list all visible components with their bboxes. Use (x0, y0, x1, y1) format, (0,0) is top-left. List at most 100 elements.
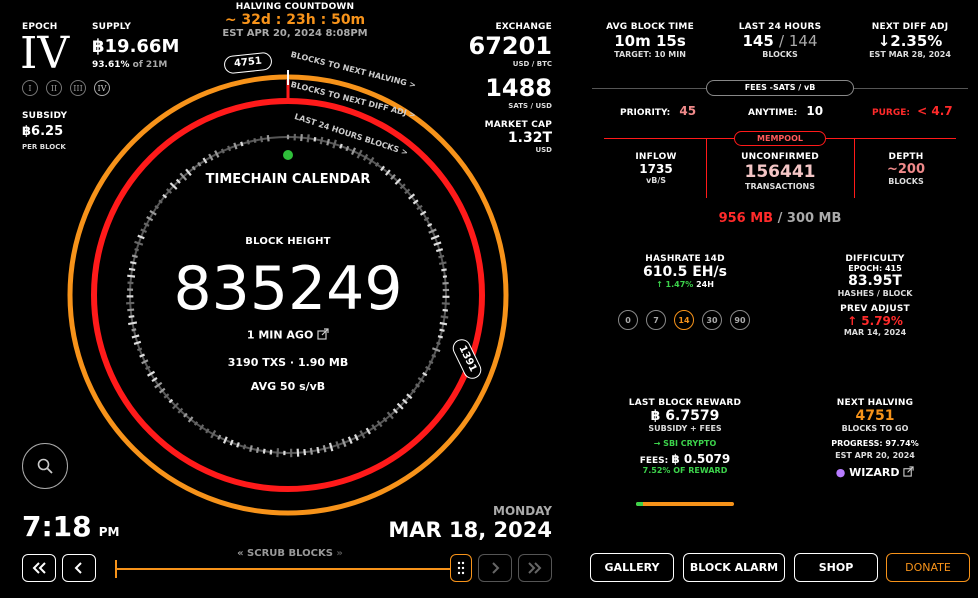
prev-block-button[interactable] (62, 554, 96, 582)
reward-fees-label: FEES: (639, 456, 669, 466)
mempool-size-max: / 300 MB (777, 211, 842, 226)
search-icon (37, 458, 53, 474)
halving-est: EST APR 20, 2024 8:08PM (222, 28, 368, 39)
hashrate-range-14[interactable]: 14 (674, 310, 694, 330)
unconfirmed-unit: TRANSACTIONS (744, 182, 816, 191)
hashrate-label: HASHRATE 14D (645, 254, 725, 264)
gallery-button[interactable]: GALLERY (590, 553, 674, 582)
mempool-size-value: 956 MB (718, 211, 774, 226)
block-tick (435, 248, 444, 253)
last24-target: / 144 (779, 32, 818, 50)
next-halving-progress: PROGRESS: 97.74% (800, 439, 950, 448)
epoch-badge-1[interactable]: I (22, 80, 38, 96)
difficulty-label: DIFFICULTY (845, 254, 905, 264)
hashrate-range-30[interactable]: 30 (702, 310, 722, 330)
reward-bar (636, 502, 734, 506)
block-tick (306, 134, 310, 143)
block-tick (233, 142, 238, 150)
next-halving-label: NEXT HALVING (836, 398, 914, 408)
block-tick (259, 136, 264, 143)
next-block-button[interactable] (478, 554, 512, 582)
prev-adjust-label: PREV ADJUST (840, 304, 910, 314)
search-button[interactable] (22, 443, 68, 489)
next-halving-est: EST APR 20, 2024 (835, 451, 915, 460)
last24-value: 145 (742, 32, 774, 50)
first-block-button[interactable] (22, 554, 56, 582)
block-tick (345, 145, 350, 152)
block-tick (208, 153, 214, 161)
block-tick (425, 365, 431, 371)
shop-button[interactable]: SHOP (794, 553, 878, 582)
latest-block-dot[interactable] (283, 150, 293, 160)
block-alarm-button[interactable]: BLOCK ALARM (683, 553, 785, 582)
external-link-icon[interactable] (317, 328, 329, 343)
next-halving-unit: BLOCKS TO GO (841, 424, 909, 433)
hashrate-change: ↑ 1.47% 24H (610, 280, 760, 289)
block-tick (439, 328, 445, 332)
last24-label: LAST 24 HOURS (738, 22, 822, 32)
hashrate-range-90[interactable]: 90 (730, 310, 750, 330)
block-tick (139, 353, 145, 358)
block-tick (246, 139, 250, 145)
wizard-external-link-icon (903, 466, 914, 480)
clock-time: 7:18 (22, 510, 92, 543)
block-tick (362, 153, 369, 161)
block-tick (276, 448, 280, 458)
block-tick (438, 254, 445, 259)
block-tick (328, 442, 334, 452)
block-tick (347, 436, 353, 445)
block-tick (431, 347, 441, 353)
block-tick (431, 354, 437, 358)
block-tick (309, 447, 313, 455)
block-tick (303, 449, 307, 456)
block-tick (131, 328, 137, 332)
block-ago[interactable]: 1 MIN AGO (168, 328, 408, 343)
block-tick (341, 438, 347, 448)
block-tick (442, 308, 449, 312)
unconfirmed-value: 156441 (744, 162, 816, 182)
block-tick (222, 436, 228, 444)
block-tick (419, 210, 427, 216)
chevron-left-icon (74, 562, 82, 574)
hashrate-value: 610.5 EH/s (643, 264, 727, 280)
reward-fees-value: ฿ 0.5079 (671, 452, 731, 466)
scrub-track[interactable] (115, 568, 455, 570)
block-tick (350, 147, 357, 156)
block-tick (438, 261, 447, 266)
double-chevron-right-icon (528, 562, 542, 574)
block-height-value: 835249 (173, 254, 403, 324)
next-halving-progress-label: PROGRESS: (831, 439, 883, 448)
depth-label: DEPTH (888, 152, 924, 162)
grip-icon (457, 561, 465, 575)
unconfirmed-label: UNCONFIRMED (741, 152, 819, 162)
block-tick (436, 341, 441, 345)
scrub-label: « SCRUB BLOCKS » (200, 548, 380, 559)
last-block-button[interactable] (518, 554, 552, 582)
subsidy-value: ฿6.25 (22, 124, 64, 139)
block-tick (217, 434, 222, 440)
block-tick (253, 138, 257, 143)
donate-button[interactable]: DONATE (886, 553, 970, 582)
reward-sub: SUBSIDY + FEES (648, 424, 722, 433)
reward-pool[interactable]: → SBI CRYPTO (610, 439, 760, 448)
block-tick (266, 134, 270, 142)
wizard-link[interactable]: ● WIZARD (800, 466, 950, 480)
depth-unit: BLOCKS (888, 177, 924, 186)
block-tick (127, 308, 135, 312)
block-tick (430, 234, 440, 240)
hashrate-change-value: ↑ 1.47% (656, 280, 694, 289)
next-halving-progress-value: 97.74% (885, 439, 919, 448)
block-tick (220, 148, 225, 154)
next-halving-value: 4751 (855, 408, 895, 424)
hashrate-range-0[interactable]: 0 (618, 310, 638, 330)
calendar-title: TIMECHAIN CALENDAR (205, 172, 371, 187)
block-tick (143, 222, 150, 227)
mempool-vline-right (854, 138, 855, 198)
reward-value: ฿ 6.7579 (650, 408, 720, 424)
hashrate-range-7[interactable]: 7 (646, 310, 666, 330)
scrub-handle[interactable] (450, 554, 472, 582)
reward-label: LAST BLOCK REWARD (628, 398, 742, 408)
reward-fees: FEES: ฿ 0.5079 (610, 452, 760, 466)
fee-purge-label: PURGE: (872, 108, 910, 118)
block-txs: 3190 TXS · 1.90 MB (227, 356, 349, 369)
